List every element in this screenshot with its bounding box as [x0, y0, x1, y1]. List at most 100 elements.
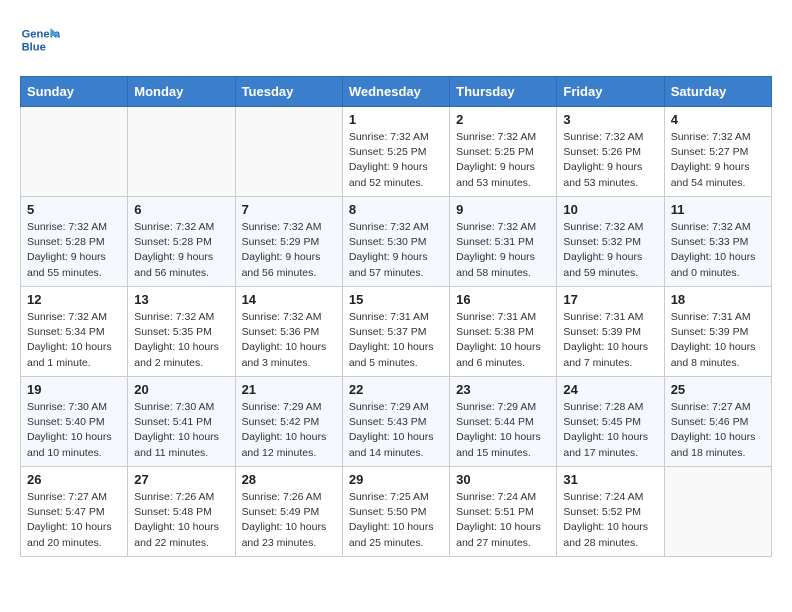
calendar-cell: 10 Sunrise: 7:32 AM Sunset: 5:32 PM Dayli…: [557, 197, 664, 287]
day-info: Sunrise: 7:31 AM Sunset: 5:39 PM Dayligh…: [671, 310, 765, 371]
day-info: Sunrise: 7:25 AM Sunset: 5:50 PM Dayligh…: [349, 490, 443, 551]
day-number: 9: [456, 202, 550, 217]
weekday-header-cell: Wednesday: [342, 77, 449, 107]
calendar-cell: 9 Sunrise: 7:32 AM Sunset: 5:31 PM Daylig…: [450, 197, 557, 287]
day-info: Sunrise: 7:32 AM Sunset: 5:32 PM Dayligh…: [563, 220, 657, 281]
day-number: 19: [27, 382, 121, 397]
day-number: 23: [456, 382, 550, 397]
calendar-cell: 16 Sunrise: 7:31 AM Sunset: 5:38 PM Dayli…: [450, 287, 557, 377]
calendar-cell: 18 Sunrise: 7:31 AM Sunset: 5:39 PM Dayli…: [664, 287, 771, 377]
day-number: 31: [563, 472, 657, 487]
calendar-cell: 12Sunrise: 7:32 AM Sunset: 5:34 PM Dayli…: [21, 287, 128, 377]
day-number: 29: [349, 472, 443, 487]
day-info: Sunrise: 7:32 AM Sunset: 5:25 PM Dayligh…: [456, 130, 550, 191]
calendar-week-row: 26Sunrise: 7:27 AM Sunset: 5:47 PM Dayli…: [21, 467, 772, 557]
day-number: 7: [242, 202, 336, 217]
calendar-cell: [235, 107, 342, 197]
day-info: Sunrise: 7:26 AM Sunset: 5:49 PM Dayligh…: [242, 490, 336, 551]
day-number: 13: [134, 292, 228, 307]
day-number: 22: [349, 382, 443, 397]
day-info: Sunrise: 7:32 AM Sunset: 5:29 PM Dayligh…: [242, 220, 336, 281]
calendar-cell: 19 Sunrise: 7:30 AM Sunset: 5:40 PM Dayli…: [21, 377, 128, 467]
day-number: 5: [27, 202, 121, 217]
calendar-cell: 20Sunrise: 7:30 AM Sunset: 5:41 PM Dayli…: [128, 377, 235, 467]
calendar-cell: [21, 107, 128, 197]
day-info: Sunrise: 7:24 AM Sunset: 5:52 PM Dayligh…: [563, 490, 657, 551]
day-info: Sunrise: 7:29 AM Sunset: 5:43 PM Dayligh…: [349, 400, 443, 461]
calendar-cell: 23 Sunrise: 7:29 AM Sunset: 5:44 PM Dayli…: [450, 377, 557, 467]
day-number: 17: [563, 292, 657, 307]
calendar-cell: [664, 467, 771, 557]
day-number: 10: [563, 202, 657, 217]
day-info: Sunrise: 7:32 AM Sunset: 5:36 PM Dayligh…: [242, 310, 336, 371]
day-info: Sunrise: 7:32 AM Sunset: 5:25 PM Dayligh…: [349, 130, 443, 191]
day-info: Sunrise: 7:31 AM Sunset: 5:38 PM Dayligh…: [456, 310, 550, 371]
day-info: Sunrise: 7:29 AM Sunset: 5:42 PM Dayligh…: [242, 400, 336, 461]
calendar-cell: 30 Sunrise: 7:24 AM Sunset: 5:51 PM Dayli…: [450, 467, 557, 557]
calendar-header: SundayMondayTuesdayWednesdayThursdayFrid…: [21, 77, 772, 107]
day-number: 3: [563, 112, 657, 127]
day-info: Sunrise: 7:24 AM Sunset: 5:51 PM Dayligh…: [456, 490, 550, 551]
header: General Blue: [20, 20, 772, 60]
day-number: 8: [349, 202, 443, 217]
day-number: 30: [456, 472, 550, 487]
day-number: 6: [134, 202, 228, 217]
calendar-cell: 25 Sunrise: 7:27 AM Sunset: 5:46 PM Dayli…: [664, 377, 771, 467]
day-info: Sunrise: 7:30 AM Sunset: 5:41 PM Dayligh…: [134, 400, 228, 461]
logo: General Blue: [20, 20, 64, 60]
calendar-cell: 14 Sunrise: 7:32 AM Sunset: 5:36 PM Dayli…: [235, 287, 342, 377]
day-info: Sunrise: 7:29 AM Sunset: 5:44 PM Dayligh…: [456, 400, 550, 461]
calendar-cell: 7 Sunrise: 7:32 AM Sunset: 5:29 PM Daylig…: [235, 197, 342, 287]
weekday-header-cell: Friday: [557, 77, 664, 107]
calendar-week-row: 1 Sunrise: 7:32 AM Sunset: 5:25 PM Daylig…: [21, 107, 772, 197]
day-info: Sunrise: 7:32 AM Sunset: 5:30 PM Dayligh…: [349, 220, 443, 281]
calendar-cell: 2 Sunrise: 7:32 AM Sunset: 5:25 PM Daylig…: [450, 107, 557, 197]
weekday-header-cell: Monday: [128, 77, 235, 107]
day-number: 24: [563, 382, 657, 397]
calendar-week-row: 19 Sunrise: 7:30 AM Sunset: 5:40 PM Dayli…: [21, 377, 772, 467]
day-info: Sunrise: 7:31 AM Sunset: 5:37 PM Dayligh…: [349, 310, 443, 371]
calendar-cell: 1 Sunrise: 7:32 AM Sunset: 5:25 PM Daylig…: [342, 107, 449, 197]
calendar-cell: 22 Sunrise: 7:29 AM Sunset: 5:43 PM Dayli…: [342, 377, 449, 467]
calendar-cell: 11 Sunrise: 7:32 AM Sunset: 5:33 PM Dayli…: [664, 197, 771, 287]
day-number: 18: [671, 292, 765, 307]
calendar-cell: 31 Sunrise: 7:24 AM Sunset: 5:52 PM Dayli…: [557, 467, 664, 557]
calendar-table: SundayMondayTuesdayWednesdayThursdayFrid…: [20, 76, 772, 557]
calendar-cell: 17 Sunrise: 7:31 AM Sunset: 5:39 PM Dayli…: [557, 287, 664, 377]
day-number: 14: [242, 292, 336, 307]
day-info: Sunrise: 7:27 AM Sunset: 5:46 PM Dayligh…: [671, 400, 765, 461]
logo-icon: General Blue: [20, 20, 60, 60]
day-info: Sunrise: 7:32 AM Sunset: 5:31 PM Dayligh…: [456, 220, 550, 281]
calendar-cell: 27Sunrise: 7:26 AM Sunset: 5:48 PM Dayli…: [128, 467, 235, 557]
day-info: Sunrise: 7:32 AM Sunset: 5:34 PM Dayligh…: [27, 310, 121, 371]
calendar-cell: 4 Sunrise: 7:32 AM Sunset: 5:27 PM Daylig…: [664, 107, 771, 197]
day-info: Sunrise: 7:27 AM Sunset: 5:47 PM Dayligh…: [27, 490, 121, 551]
day-number: 2: [456, 112, 550, 127]
calendar-cell: 15 Sunrise: 7:31 AM Sunset: 5:37 PM Dayli…: [342, 287, 449, 377]
day-number: 21: [242, 382, 336, 397]
day-info: Sunrise: 7:30 AM Sunset: 5:40 PM Dayligh…: [27, 400, 121, 461]
calendar-cell: 6 Sunrise: 7:32 AM Sunset: 5:28 PM Daylig…: [128, 197, 235, 287]
calendar-cell: 13Sunrise: 7:32 AM Sunset: 5:35 PM Dayli…: [128, 287, 235, 377]
calendar-cell: 8 Sunrise: 7:32 AM Sunset: 5:30 PM Daylig…: [342, 197, 449, 287]
calendar-cell: [128, 107, 235, 197]
calendar-week-row: 5 Sunrise: 7:32 AM Sunset: 5:28 PM Daylig…: [21, 197, 772, 287]
day-info: Sunrise: 7:32 AM Sunset: 5:33 PM Dayligh…: [671, 220, 765, 281]
day-number: 11: [671, 202, 765, 217]
calendar-cell: 28Sunrise: 7:26 AM Sunset: 5:49 PM Dayli…: [235, 467, 342, 557]
weekday-header-cell: Tuesday: [235, 77, 342, 107]
day-number: 25: [671, 382, 765, 397]
calendar-cell: 29 Sunrise: 7:25 AM Sunset: 5:50 PM Dayli…: [342, 467, 449, 557]
day-number: 16: [456, 292, 550, 307]
day-info: Sunrise: 7:32 AM Sunset: 5:28 PM Dayligh…: [27, 220, 121, 281]
weekday-header-cell: Sunday: [21, 77, 128, 107]
calendar-cell: 3Sunrise: 7:32 AM Sunset: 5:26 PM Daylig…: [557, 107, 664, 197]
day-number: 15: [349, 292, 443, 307]
day-info: Sunrise: 7:32 AM Sunset: 5:28 PM Dayligh…: [134, 220, 228, 281]
day-info: Sunrise: 7:32 AM Sunset: 5:27 PM Dayligh…: [671, 130, 765, 191]
weekday-header-cell: Saturday: [664, 77, 771, 107]
day-info: Sunrise: 7:31 AM Sunset: 5:39 PM Dayligh…: [563, 310, 657, 371]
day-number: 4: [671, 112, 765, 127]
day-number: 1: [349, 112, 443, 127]
calendar-body: 1 Sunrise: 7:32 AM Sunset: 5:25 PM Daylig…: [21, 107, 772, 557]
